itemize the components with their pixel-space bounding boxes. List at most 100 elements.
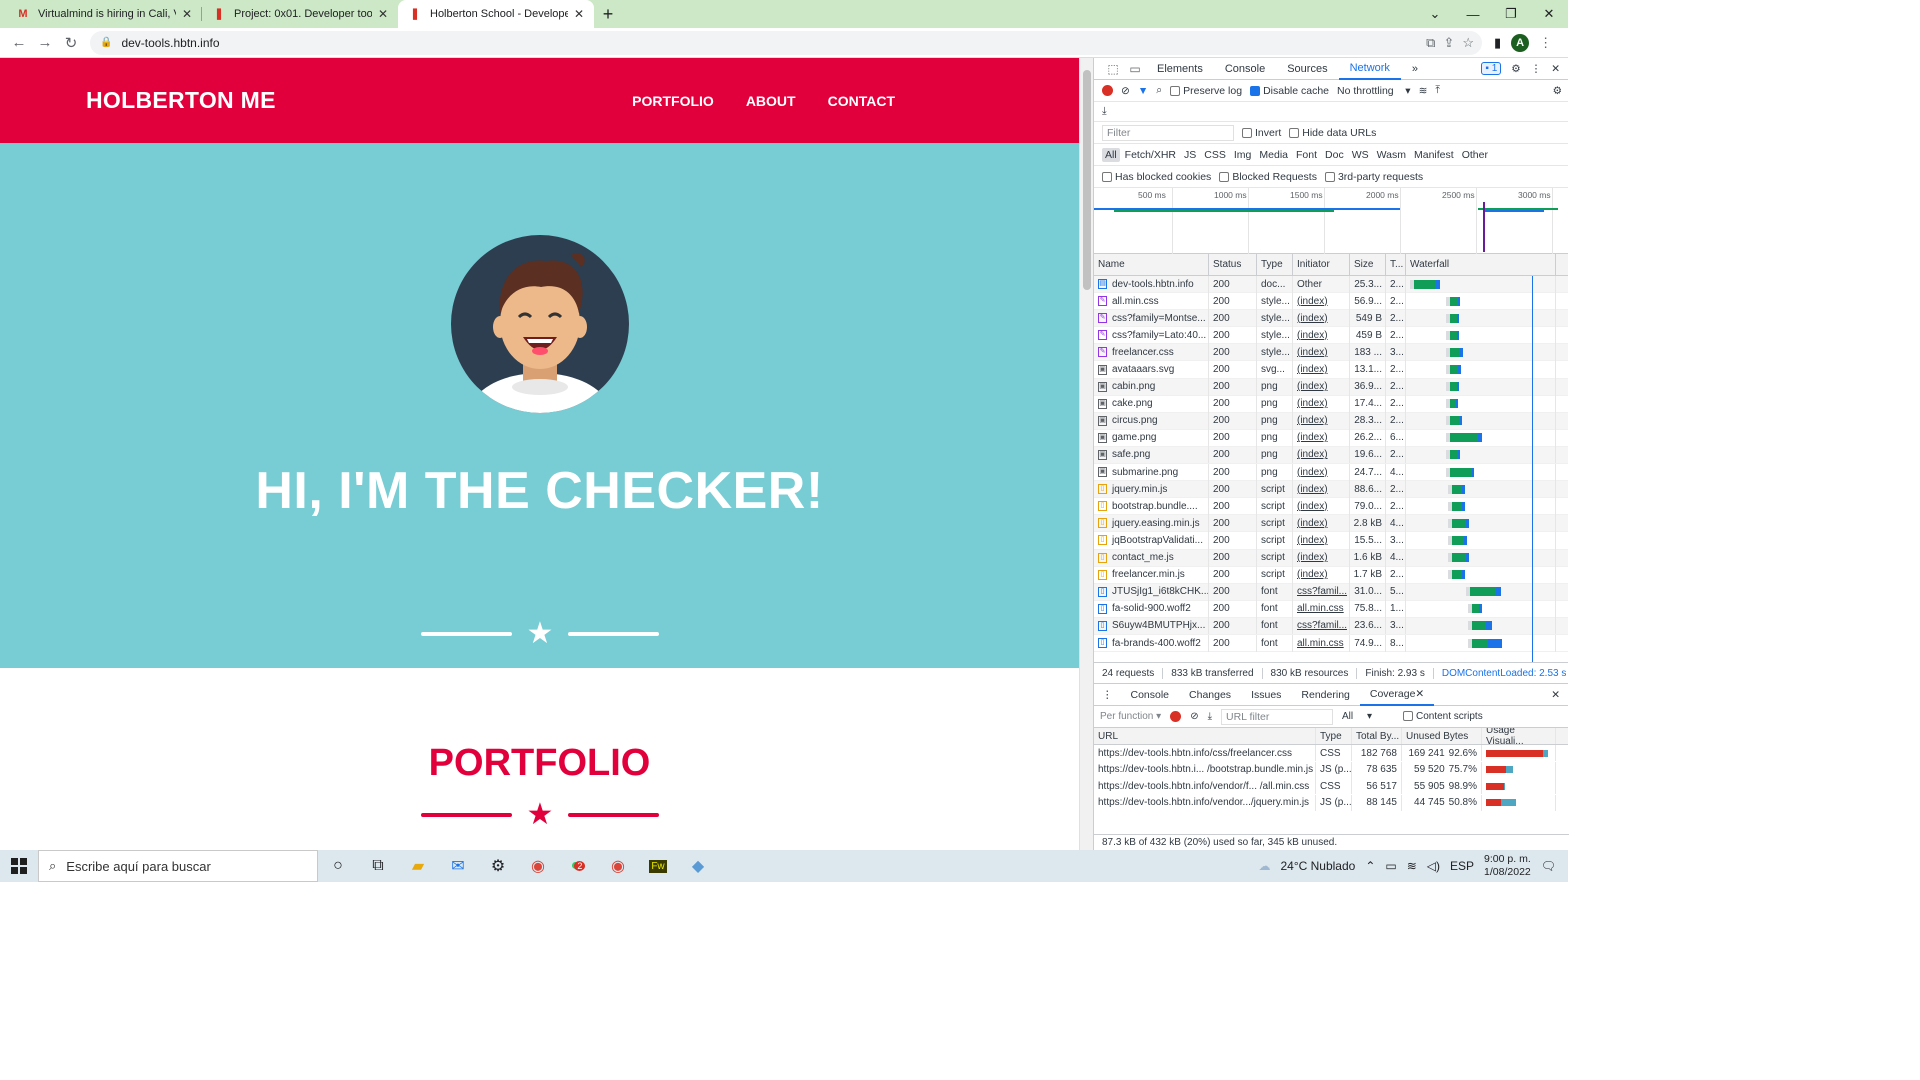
coverage-column-header[interactable]: Type xyxy=(1316,728,1352,744)
close-window-button[interactable]: ✕ xyxy=(1530,0,1568,28)
request-row[interactable]: ✎ css?family=Lato:40... 200 style... (index)… xyxy=(1094,326,1568,345)
coverage-record-icon[interactable] xyxy=(1170,711,1182,722)
tab-console[interactable]: Console xyxy=(1214,58,1276,80)
coverage-clear-icon[interactable]: ⊘ xyxy=(1190,711,1198,722)
clock[interactable]: 9:00 p. m. 1/08/2022 xyxy=(1484,853,1531,879)
browser-tab[interactable]: ❚ Project: 0x01. Developer tools | H ✕ xyxy=(202,0,398,28)
minimize-button[interactable]: — xyxy=(1454,0,1492,28)
close-tab-icon[interactable]: ✕ xyxy=(378,7,388,21)
has-blocked-cookies-checkbox[interactable]: Has blocked cookies xyxy=(1102,171,1211,183)
tab-search-icon[interactable]: ⌄ xyxy=(1416,0,1454,28)
weather-icon[interactable]: ☁ xyxy=(1258,859,1270,873)
content-scripts-checkbox[interactable]: Content scripts xyxy=(1403,711,1483,722)
coverage-row[interactable]: https://dev-tools.hbtn.info/vendor.../jq… xyxy=(1094,794,1568,812)
volume-icon[interactable]: ◁) xyxy=(1427,859,1440,873)
coverage-type-select[interactable]: All ▾ xyxy=(1342,711,1394,722)
request-row[interactable]: ▣ safe.png 200 png (index) 19.6... 2... xyxy=(1094,446,1568,465)
browser-tab[interactable]: M Virtualmind is hiring in Cali, Valle ✕ xyxy=(6,0,202,28)
request-row[interactable]: ▣ circus.png 200 png (index) 28.3... 2... xyxy=(1094,412,1568,430)
per-function-select[interactable]: Per function ▾ xyxy=(1100,711,1161,722)
hide-data-urls-checkbox[interactable]: Hide data URLs xyxy=(1289,127,1376,139)
request-row[interactable]: ▤ dev-tools.hbtn.info 200 doc... Other 25.3..… xyxy=(1094,276,1568,294)
whatsapp-icon[interactable]: ●2 xyxy=(558,850,598,882)
drawer-tab-coverage[interactable]: Coverage ✕ xyxy=(1359,684,1435,706)
type-filter-ws[interactable]: WS xyxy=(1349,148,1372,162)
drawer-menu-icon[interactable]: ⋮ xyxy=(1094,689,1121,701)
import-har-icon[interactable]: ⤒ xyxy=(1435,84,1440,97)
request-row[interactable]: ▯ jquery.easing.min.js 200 script (index) 2.8… xyxy=(1094,514,1568,533)
request-row[interactable]: ▯ bootstrap.bundle.... 200 script (index) 79.… xyxy=(1094,497,1568,516)
export-har-icon[interactable]: ⤓ xyxy=(1102,105,1107,118)
wifi-icon[interactable]: ≋ xyxy=(1407,859,1417,873)
coverage-row[interactable]: https://dev-tools.hbtn.info/vendor/f... … xyxy=(1094,778,1568,795)
drawer-tab-rendering[interactable]: Rendering xyxy=(1291,689,1359,701)
type-filter-js[interactable]: JS xyxy=(1181,148,1199,162)
request-row[interactable]: ▣ game.png 200 png (index) 26.2... 6... xyxy=(1094,429,1568,447)
browser-menu-icon[interactable]: ⋮ xyxy=(1539,35,1552,51)
request-row[interactable]: ▯ JTUSjIg1_i6t8kCHK... 200 font css?famil...… xyxy=(1094,583,1568,601)
record-icon[interactable] xyxy=(1102,85,1113,96)
settings-gear-icon[interactable]: ⚙ xyxy=(1511,63,1520,75)
nav-link-about[interactable]: ABOUT xyxy=(746,93,796,109)
column-header-t[interactable]: T... xyxy=(1386,253,1406,276)
network-overview-timeline[interactable]: 500 ms 1000 ms 1500 ms 2000 ms 2500 ms 3000 m… xyxy=(1094,188,1568,254)
invert-checkbox[interactable]: Invert xyxy=(1242,127,1281,139)
third-party-checkbox[interactable]: 3rd-party requests xyxy=(1324,171,1423,183)
close-tab-icon[interactable]: ✕ xyxy=(574,7,584,21)
coverage-row[interactable]: https://dev-tools.hbtn.info/css/freelanc… xyxy=(1094,745,1568,762)
request-row[interactable]: ▣ submarine.png 200 png (index) 24.7... 4... xyxy=(1094,463,1568,482)
column-header-status[interactable]: Status xyxy=(1209,253,1257,276)
search-icon[interactable]: ⌕ xyxy=(1156,84,1162,97)
network-icon[interactable]: ▭ xyxy=(1385,859,1396,873)
site-brand[interactable]: HOLBERTON ME xyxy=(86,87,276,114)
drawer-tab-changes[interactable]: Changes xyxy=(1179,689,1241,701)
drawer-tab-console[interactable]: Console xyxy=(1121,689,1180,701)
tab-network[interactable]: Network xyxy=(1338,58,1401,80)
profile-avatar[interactable]: A xyxy=(1511,33,1530,52)
file-explorer-icon[interactable]: ▰ xyxy=(398,850,438,882)
devtools-menu-icon[interactable]: ⋮ xyxy=(1531,63,1542,75)
settings-icon[interactable]: ⚙ xyxy=(478,850,518,882)
request-row[interactable]: ▯ contact_me.js 200 script (index) 1.6 kB 4... xyxy=(1094,549,1568,567)
chrome-profile-icon[interactable]: ◉ xyxy=(598,850,638,882)
new-tab-button[interactable]: + xyxy=(594,0,622,28)
request-row[interactable]: ✎ freelancer.css 200 style... (index) 183 ...… xyxy=(1094,343,1568,362)
browser-tab[interactable]: ❚ Holberton School - Developer to ✕ xyxy=(398,0,594,28)
filter-icon[interactable]: ▼ xyxy=(1138,85,1148,97)
share-icon[interactable]: ⇪ xyxy=(1443,35,1454,51)
close-tab-icon[interactable]: ✕ xyxy=(182,7,192,21)
coverage-column-header[interactable]: URL xyxy=(1094,728,1316,744)
type-filter-media[interactable]: Media xyxy=(1256,148,1291,162)
tray-chevron-icon[interactable]: ⌃ xyxy=(1365,859,1375,873)
type-filter-css[interactable]: CSS xyxy=(1201,148,1229,162)
type-filter-doc[interactable]: Doc xyxy=(1322,148,1347,162)
issues-badge[interactable]: ▪ 1 xyxy=(1481,62,1502,75)
wifi-icon[interactable]: ≋ xyxy=(1419,85,1428,97)
device-toolbar-icon[interactable]: ▭ xyxy=(1124,62,1146,76)
request-row[interactable]: ▯ S6uyw4BMUTPHjx... 200 font css?famil... 23.… xyxy=(1094,617,1568,635)
url-filter-input[interactable]: URL filter xyxy=(1221,708,1333,725)
type-filter-wasm[interactable]: Wasm xyxy=(1374,148,1409,162)
forward-button[interactable]: → xyxy=(32,30,58,56)
more-tabs-button[interactable]: » xyxy=(1401,58,1429,80)
app-icon[interactable]: ◆ xyxy=(678,850,718,882)
start-button[interactable] xyxy=(0,858,38,874)
mail-icon[interactable]: ✉ xyxy=(438,850,478,882)
cortana-icon[interactable]: ○ xyxy=(318,850,358,882)
request-row[interactable]: ▣ cake.png 200 png (index) 17.4... 2... xyxy=(1094,395,1568,413)
throttling-select[interactable]: No throttling ▾ xyxy=(1337,85,1411,97)
blocked-requests-checkbox[interactable]: Blocked Requests xyxy=(1219,171,1317,183)
request-row[interactable]: ▯ freelancer.min.js 200 script (index) 1.7 kB… xyxy=(1094,566,1568,584)
fireworks-icon[interactable]: Fw xyxy=(638,850,678,882)
clear-icon[interactable]: ⊘ xyxy=(1121,85,1130,97)
close-drawer-tab-icon[interactable]: ✕ xyxy=(1415,688,1424,700)
chrome-icon[interactable]: ◉ xyxy=(518,850,558,882)
translate-icon[interactable]: ⧉ xyxy=(1426,35,1435,51)
filter-input[interactable]: Filter xyxy=(1102,124,1234,141)
inspect-element-icon[interactable]: ⬚ xyxy=(1102,62,1124,76)
close-devtools-icon[interactable]: ✕ xyxy=(1551,63,1560,75)
column-header-size[interactable]: Size xyxy=(1350,253,1386,276)
type-filter-img[interactable]: Img xyxy=(1231,148,1255,162)
side-panel-icon[interactable]: ▮ xyxy=(1494,35,1501,51)
language-indicator[interactable]: ESP xyxy=(1450,859,1474,873)
